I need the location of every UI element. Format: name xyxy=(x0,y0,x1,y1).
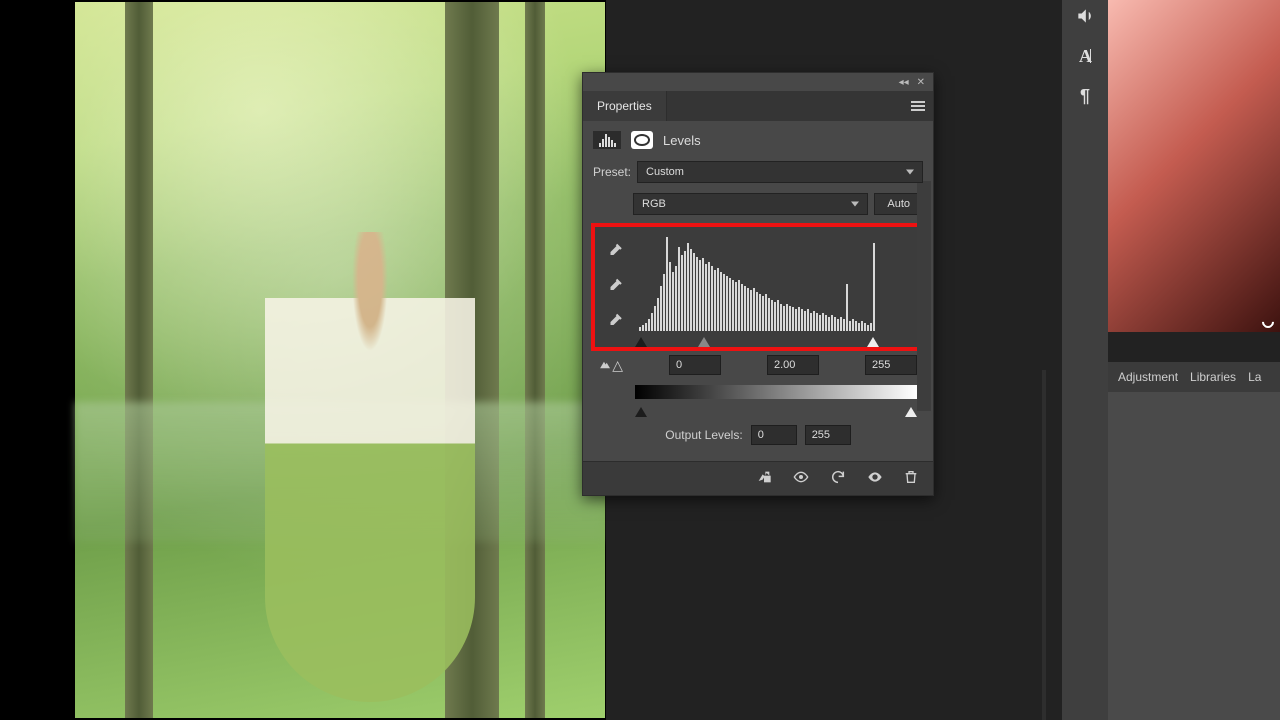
divider xyxy=(1042,370,1046,720)
collapse-icon[interactable]: ◂◂ xyxy=(899,77,909,88)
histogram-highlight xyxy=(591,223,925,351)
tab-body xyxy=(1108,392,1280,720)
properties-tab[interactable]: Properties xyxy=(583,91,667,121)
panel-menu-icon[interactable] xyxy=(911,101,925,111)
panel-tabs: Adjustment Libraries La xyxy=(1108,362,1280,392)
clip-to-layer-icon[interactable] xyxy=(755,469,773,489)
highlight-slider-handle[interactable] xyxy=(867,337,879,347)
output-slider[interactable] xyxy=(635,403,917,417)
tab-layers[interactable]: La xyxy=(1248,370,1261,384)
photo-preview xyxy=(75,2,605,718)
preset-label: Preset: xyxy=(593,165,631,179)
paragraph-icon[interactable]: ¶ xyxy=(1074,85,1096,107)
preset-select[interactable]: Custom xyxy=(637,161,923,183)
shadow-slider-handle[interactable] xyxy=(635,337,647,347)
adjustment-name: Levels xyxy=(663,133,701,148)
color-picker-panel[interactable] xyxy=(1108,0,1280,332)
gray-eyedropper-icon[interactable] xyxy=(606,278,624,296)
black-eyedropper-icon[interactable] xyxy=(606,243,624,261)
output-highlight-handle[interactable] xyxy=(905,407,917,417)
shadow-input[interactable]: 0 xyxy=(669,355,721,375)
scrollbar[interactable] xyxy=(917,181,931,411)
close-icon[interactable]: ✕ xyxy=(917,77,925,88)
tab-adjustment[interactable]: Adjustment xyxy=(1118,370,1178,384)
output-gradient xyxy=(635,385,917,399)
output-black-input[interactable]: 0 xyxy=(751,425,797,445)
document-canvas[interactable] xyxy=(0,0,606,720)
channel-select[interactable]: RGB xyxy=(633,193,868,215)
panel-footer xyxy=(583,461,933,495)
properties-panel: ◂◂ ✕ Properties Levels Preset: Custom RG… xyxy=(582,72,934,496)
color-cursor-icon xyxy=(1260,314,1277,331)
reset-icon[interactable] xyxy=(829,469,847,489)
layer-mask-icon[interactable] xyxy=(631,131,653,149)
clip-warning-icon[interactable]: △ xyxy=(599,356,623,374)
histogram[interactable] xyxy=(635,227,879,333)
speaker-icon[interactable] xyxy=(1074,5,1096,27)
midtone-slider-handle[interactable] xyxy=(698,337,710,347)
visibility-icon[interactable] xyxy=(865,469,885,489)
levels-icon xyxy=(593,131,621,149)
output-white-input[interactable]: 255 xyxy=(805,425,851,445)
white-eyedropper-icon[interactable] xyxy=(606,313,624,331)
character-icon[interactable]: A xyxy=(1074,45,1096,67)
view-previous-icon[interactable] xyxy=(791,469,811,489)
input-slider[interactable] xyxy=(635,333,879,347)
tab-libraries[interactable]: Libraries xyxy=(1190,370,1236,384)
highlight-input[interactable]: 255 xyxy=(865,355,917,375)
output-levels-label: Output Levels: xyxy=(665,428,742,442)
output-shadow-handle[interactable] xyxy=(635,407,647,417)
auto-button[interactable]: Auto xyxy=(874,193,923,215)
delete-icon[interactable] xyxy=(903,469,919,489)
midtone-input[interactable]: 2.00 xyxy=(767,355,819,375)
panel-rail: A ¶ xyxy=(1062,0,1108,720)
